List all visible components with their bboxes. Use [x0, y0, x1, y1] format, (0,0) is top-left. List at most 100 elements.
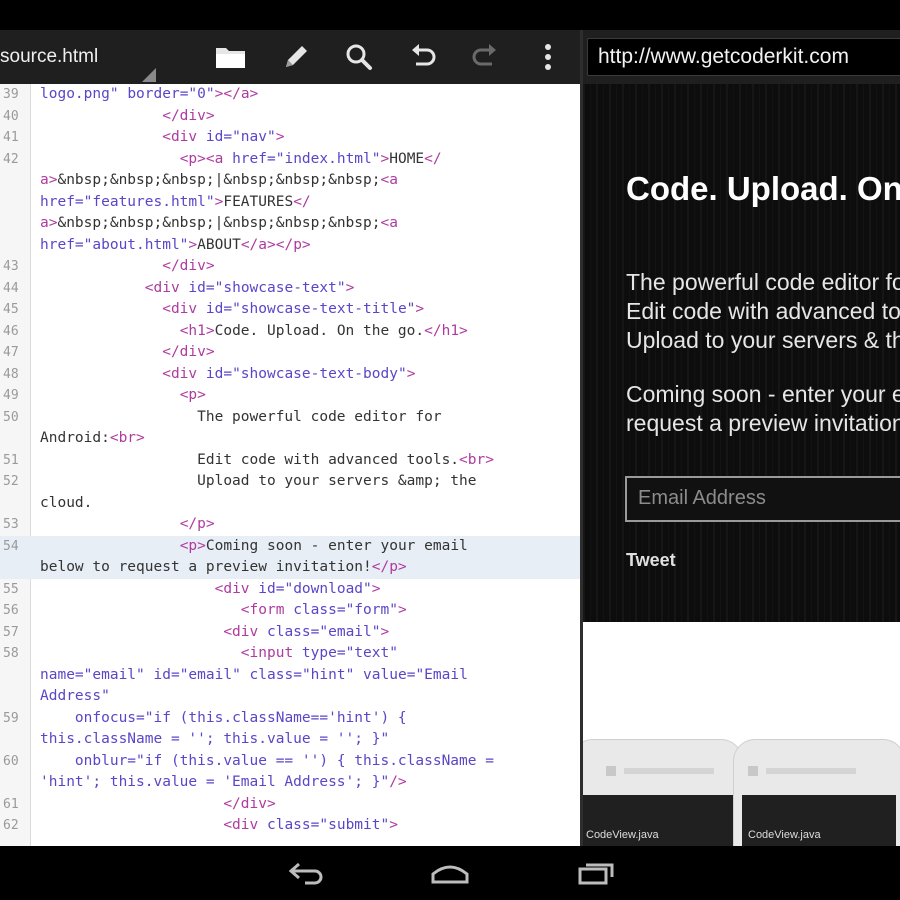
code-line[interactable]: 42 <p><a href="index.html">HOME</ — [0, 149, 580, 171]
code-token: The powerful code editor for — [40, 408, 442, 425]
code-token: Address" — [40, 688, 110, 704]
code-token: > — [188, 236, 198, 253]
code-line[interactable]: 48 <div id="showcase-text-body"> — [0, 364, 580, 386]
code-line[interactable]: 52 Upload to your servers &amp; the — [0, 471, 580, 493]
code-line[interactable]: below to request a preview invitation!</… — [0, 557, 580, 579]
code-line[interactable]: 62 <div class="submit"> — [0, 815, 580, 837]
code-line[interactable]: 55 <div id="download"> — [0, 579, 580, 601]
code-line[interactable]: a>&nbsp;&nbsp;&nbsp;|&nbsp;&nbsp;&nbsp;<… — [0, 170, 580, 192]
code-line[interactable]: 59 onfocus="if (this.className=='hint') … — [0, 708, 580, 730]
back-icon[interactable] — [285, 857, 329, 889]
code-token: Android: — [40, 430, 110, 446]
code-token: </ — [424, 150, 442, 167]
code-token: <div — [162, 301, 206, 317]
code-text: <div id="showcase-text-title"> — [40, 299, 424, 321]
line-number: 47 — [3, 345, 19, 360]
code-token: "if (this.className=='hint') { — [144, 709, 407, 726]
code-token: name= — [40, 666, 84, 683]
pencil-icon[interactable] — [279, 40, 313, 74]
code-line[interactable]: href="features.html">FEATURES</ — [0, 192, 580, 214]
code-line[interactable]: 39 logo.png" border="0"></a> — [0, 84, 580, 106]
code-token: </div> — [162, 107, 215, 124]
code-line[interactable]: href="about.html">ABOUT</a></p> — [0, 235, 580, 257]
code-line[interactable]: 41 <div id="nav"> — [0, 127, 580, 149]
code-token: "index.html" — [275, 150, 381, 167]
line-number: 43 — [3, 259, 19, 274]
code-line[interactable]: 46 <h1>Code. Upload. On the go.</h1> — [0, 321, 580, 343]
code-token: ABOUT — [197, 236, 241, 253]
code-text: Upload to your servers &amp; the — [40, 471, 476, 493]
code-line[interactable]: 40 </div> — [0, 106, 580, 128]
code-line[interactable]: 54 <p>Coming soon - enter your email — [0, 535, 580, 557]
code-text: Address" — [40, 686, 110, 708]
web-preview[interactable]: Code. Upload. On the go. The powerful co… — [583, 84, 900, 846]
code-line[interactable]: a>&nbsp;&nbsp;&nbsp;|&nbsp;&nbsp;&nbsp;<… — [0, 213, 580, 235]
code-token: <br> — [459, 451, 494, 468]
folder-icon[interactable] — [214, 40, 248, 74]
code-line[interactable]: 45 <div id="showcase-text-title"> — [0, 299, 580, 321]
code-token: <p><a — [179, 150, 233, 167]
code-token: href= — [40, 193, 84, 210]
code-line[interactable]: 60 onblur="if (this.value == '') { this.… — [0, 751, 580, 773]
code-line[interactable]: 56 <form class="form"> — [0, 600, 580, 622]
line-number: 40 — [3, 108, 19, 124]
code-text: <p><a href="index.html">HOME</ — [40, 149, 442, 171]
code-token: "Email — [415, 666, 468, 683]
code-line[interactable]: 57 <div class="email"> — [0, 622, 580, 644]
code-token: /> — [389, 774, 407, 790]
code-text: cloud. — [40, 493, 92, 515]
code-token: "text" — [345, 645, 398, 661]
code-line[interactable]: this.className = ''; this.value = ''; }" — [0, 729, 580, 751]
code-token: Coming soon - enter your email — [205, 537, 468, 554]
code-line[interactable]: 51 Edit code with advanced tools.<br> — [0, 450, 580, 472]
code-token: below to request a preview invitation! — [40, 559, 372, 575]
code-token: </div> — [223, 795, 276, 812]
code-token: Edit code with advanced tools. — [40, 451, 460, 468]
url-input[interactable]: http://www.getcoderkit.com — [587, 38, 900, 76]
code-line[interactable]: cloud. — [0, 493, 580, 515]
email-field[interactable]: Email Address — [625, 476, 900, 522]
tweet-button[interactable]: Tweet — [626, 550, 676, 571]
code-line[interactable]: 'hint'; this.value = 'Email Address'; }"… — [0, 772, 580, 794]
code-line[interactable]: Address" — [0, 686, 580, 708]
file-tab[interactable]: source.html — [0, 44, 98, 70]
code-line[interactable]: 43 </div> — [0, 256, 580, 278]
code-line[interactable]: name="email" id="email" class="hint" val… — [0, 665, 580, 687]
code-token: "showcase-text-body" — [232, 365, 407, 382]
code-text: <div class="email"> — [40, 622, 389, 644]
code-text: 'hint'; this.value = 'Email Address'; }"… — [40, 772, 407, 794]
code-line[interactable]: 50 The powerful code editor for — [0, 407, 580, 429]
overflow-menu-icon[interactable] — [531, 40, 565, 74]
line-number: 53 — [3, 517, 19, 532]
code-text: </div> — [40, 794, 276, 816]
line-number: 45 — [3, 302, 19, 317]
line-number: 60 — [3, 753, 19, 769]
search-icon[interactable] — [342, 40, 376, 74]
line-number: 39 — [3, 87, 19, 102]
recent-apps-icon[interactable] — [574, 857, 618, 889]
code-token: id= — [258, 580, 285, 597]
code-token: onfocus= — [74, 709, 145, 726]
code-text: <div id="showcase-text-body"> — [40, 364, 415, 386]
code-line[interactable]: 44 <div id="showcase-text"> — [0, 278, 580, 300]
code-line[interactable]: 49 <p> — [0, 385, 580, 407]
code-text: Android:<br> — [40, 428, 145, 450]
code-token: FEATURES — [223, 193, 294, 210]
code-token: id= — [205, 365, 233, 382]
code-line[interactable]: 58 <input type="text" — [0, 643, 580, 665]
code-line[interactable]: Android:<br> — [0, 428, 580, 450]
code-line[interactable]: 61 </div> — [0, 794, 580, 816]
undo-icon[interactable] — [406, 40, 440, 74]
home-icon[interactable] — [428, 857, 472, 889]
code-token: HOME — [389, 150, 425, 167]
code-line[interactable]: 53 </p> — [0, 514, 580, 536]
code-line[interactable]: 47 </div> — [0, 342, 580, 364]
redo-icon[interactable] — [468, 40, 502, 74]
line-number: 54 — [3, 538, 19, 554]
code-editor[interactable]: 39 logo.png" border="0"></a> 40 </div> 41 <… — [0, 84, 580, 846]
